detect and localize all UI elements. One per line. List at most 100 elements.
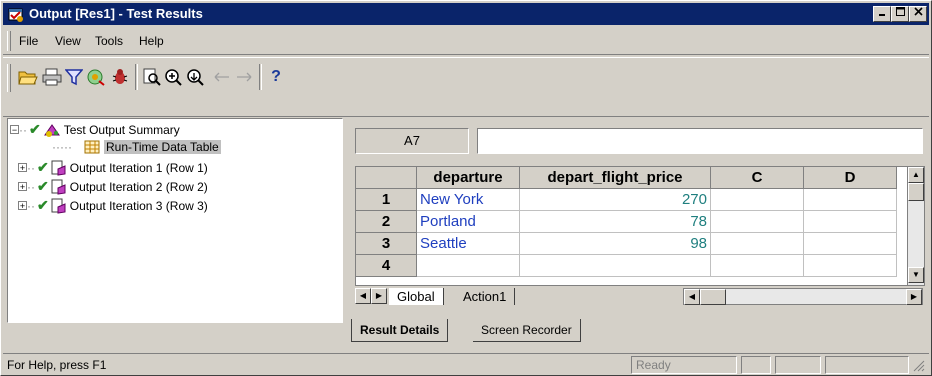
- tab-result-details[interactable]: Result Details: [351, 319, 449, 342]
- column-header[interactable]: D: [803, 167, 897, 189]
- scroll-left-button[interactable]: ◀: [684, 289, 700, 305]
- tree-node-iteration-3[interactable]: + ·· ✔ Output Iteration 3 (Row 3): [18, 197, 208, 214]
- row-header[interactable]: 4: [356, 254, 417, 277]
- cell-departure[interactable]: New York: [416, 188, 520, 211]
- column-header[interactable]: C: [710, 167, 804, 189]
- formula-input[interactable]: [477, 128, 923, 154]
- tree-iteration-label: Output Iteration 1 (Row 1): [69, 160, 208, 175]
- help-button[interactable]: ?: [265, 66, 287, 88]
- cell-price[interactable]: 78: [519, 210, 711, 233]
- back-arrow-icon: [214, 72, 229, 82]
- cell[interactable]: [710, 210, 804, 233]
- cell-price[interactable]: 270: [519, 188, 711, 211]
- back-button[interactable]: [211, 66, 233, 88]
- horizontal-scrollbar[interactable]: ◀ ▶: [683, 288, 923, 305]
- pass-check-icon: ✔: [37, 178, 49, 194]
- data-grid-table: departure depart_flight_price C D 1 New …: [356, 167, 897, 277]
- cell[interactable]: [803, 188, 897, 211]
- column-header[interactable]: depart_flight_price: [519, 167, 711, 189]
- expand-icon[interactable]: +: [18, 201, 27, 211]
- cell[interactable]: [710, 232, 804, 255]
- report-button[interactable]: [85, 66, 107, 88]
- scroll-up-button[interactable]: ▲: [908, 167, 924, 183]
- menu-bar: File View Tools Help: [3, 28, 929, 55]
- cell-reference-box[interactable]: A7: [355, 128, 469, 154]
- tree-iteration-label: Output Iteration 2 (Row 2): [69, 179, 208, 194]
- menu-grip[interactable]: [7, 31, 11, 51]
- report-icon: [87, 69, 105, 86]
- resize-grip-icon[interactable]: [913, 360, 925, 372]
- results-tree[interactable]: − ·· ✔ Test Output Summary ····· Run-Tim…: [7, 118, 343, 323]
- sheet-tab-bar: ◀ ▶ Global Action1 ◀ ▶: [355, 288, 923, 306]
- sheet-tab-action1[interactable]: Action1: [455, 288, 516, 305]
- status-bar: For Help, press F1 Ready: [3, 353, 929, 376]
- tree-line: ··: [27, 160, 35, 175]
- tree-node-root[interactable]: − ·· ✔ Test Output Summary: [10, 121, 180, 138]
- column-header[interactable]: departure: [416, 167, 520, 189]
- bug-icon: [112, 69, 128, 84]
- menu-file[interactable]: File: [19, 34, 38, 48]
- table-icon: [84, 140, 100, 154]
- sheet-next-button[interactable]: ▶: [371, 288, 387, 304]
- expand-icon[interactable]: +: [18, 163, 27, 173]
- cell[interactable]: [803, 232, 897, 255]
- cell-departure[interactable]: [416, 254, 520, 277]
- expand-icon[interactable]: +: [18, 182, 27, 192]
- tree-node-iteration-2[interactable]: + ·· ✔ Output Iteration 2 (Row 2): [18, 178, 208, 195]
- menu-view-label: View: [55, 34, 81, 48]
- horizontal-scroll-thumb[interactable]: [700, 289, 726, 305]
- table-row: 2 Portland 78: [356, 210, 897, 233]
- scroll-down-button[interactable]: ▼: [908, 267, 924, 283]
- sheet-tab-global[interactable]: Global: [389, 288, 444, 305]
- main-window: Output [Res1] - Test Results File View T…: [0, 0, 932, 376]
- pass-check-icon: ✔: [37, 197, 49, 213]
- row-header[interactable]: 3: [356, 232, 417, 255]
- menu-view[interactable]: View: [55, 34, 81, 48]
- collapse-icon[interactable]: −: [10, 125, 19, 135]
- find-button[interactable]: [141, 66, 163, 88]
- data-grid[interactable]: departure depart_flight_price C D 1 New …: [355, 166, 909, 286]
- menu-tools-label: Tools: [95, 34, 124, 48]
- close-button[interactable]: [909, 6, 927, 22]
- tab-screen-recorder[interactable]: Screen Recorder: [473, 319, 581, 342]
- status-help-text: For Help, press F1: [7, 358, 107, 372]
- zoom-out-button[interactable]: [185, 66, 207, 88]
- minimize-icon: [879, 14, 885, 16]
- title-bar[interactable]: Output [Res1] - Test Results: [3, 3, 929, 25]
- cell-price[interactable]: [519, 254, 711, 277]
- row-header[interactable]: 2: [356, 210, 417, 233]
- forward-button[interactable]: [233, 66, 255, 88]
- cell[interactable]: [803, 210, 897, 233]
- cell-price[interactable]: 98: [519, 232, 711, 255]
- toolbar-grip[interactable]: [7, 64, 11, 92]
- cell-departure[interactable]: Seattle: [416, 232, 520, 255]
- scroll-right-button[interactable]: ▶: [906, 289, 922, 305]
- menu-help-label: Help: [139, 34, 164, 48]
- sheet-prev-button[interactable]: ◀: [355, 288, 371, 304]
- maximize-button[interactable]: [891, 6, 909, 22]
- corner-cell[interactable]: [356, 167, 417, 189]
- menu-file-label: File: [19, 34, 39, 48]
- tree-root-label: Test Output Summary: [63, 122, 180, 137]
- row-header[interactable]: 1: [356, 188, 417, 211]
- minimize-button[interactable]: [873, 6, 891, 22]
- cell[interactable]: [803, 254, 897, 277]
- help-icon: ?: [271, 68, 281, 85]
- iteration-icon: [51, 179, 66, 195]
- zoom-in-button[interactable]: [163, 66, 185, 88]
- filter-button[interactable]: [63, 66, 85, 88]
- scroll-thumb[interactable]: [908, 183, 924, 201]
- print-button[interactable]: [41, 66, 63, 88]
- cell[interactable]: [710, 188, 804, 211]
- tree-datatable-label: Run-Time Data Table: [103, 140, 221, 154]
- vertical-scrollbar[interactable]: ▲ ▼: [907, 166, 925, 286]
- open-button[interactable]: [17, 66, 39, 88]
- status-state: Ready: [631, 356, 737, 374]
- tree-node-datatable[interactable]: ····· Run-Time Data Table: [52, 140, 221, 154]
- cell[interactable]: [710, 254, 804, 277]
- menu-help[interactable]: Help: [139, 34, 164, 48]
- cell-departure[interactable]: Portland: [416, 210, 520, 233]
- menu-tools[interactable]: Tools: [95, 34, 123, 48]
- defect-button[interactable]: [109, 66, 131, 88]
- tree-node-iteration-1[interactable]: + ·· ✔ Output Iteration 1 (Row 1): [18, 159, 208, 176]
